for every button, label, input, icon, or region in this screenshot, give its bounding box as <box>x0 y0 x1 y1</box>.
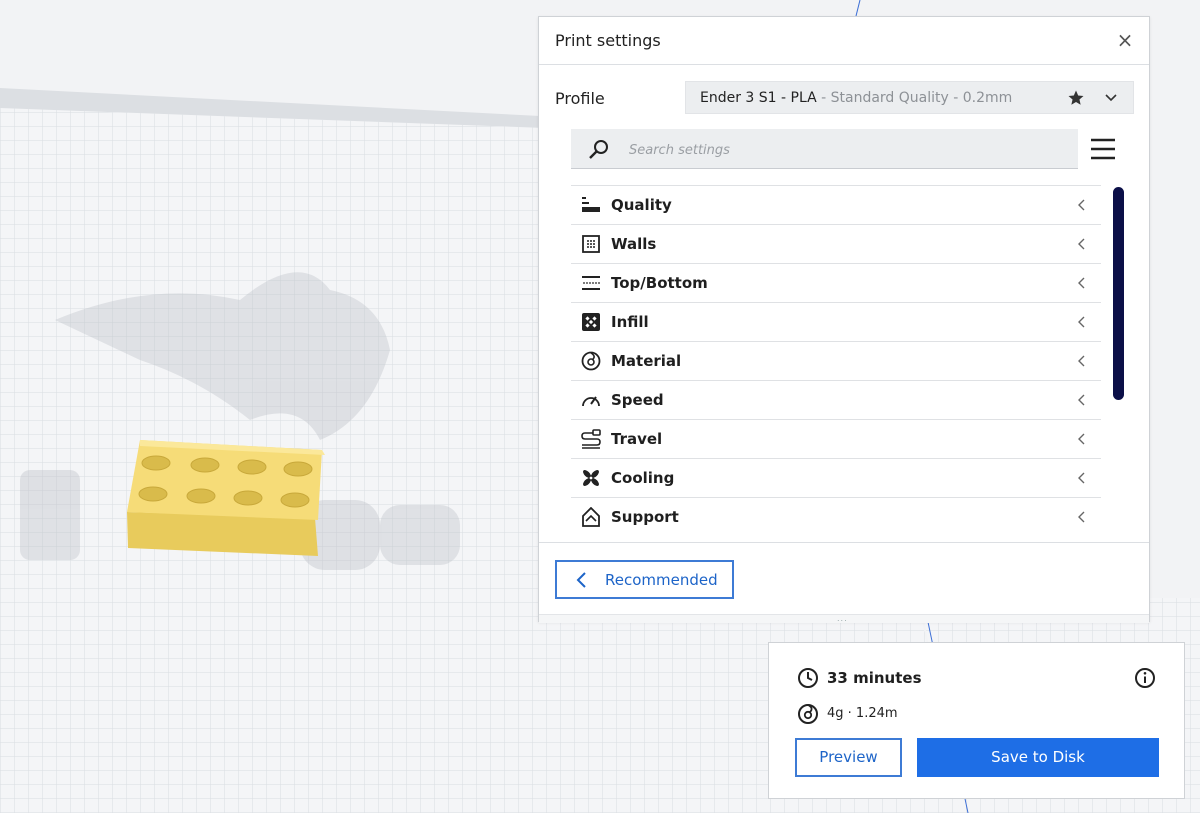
action-panel: 33 minutes 4g · 1.24m Preview Save to Di… <box>768 642 1185 799</box>
infill-icon <box>582 313 600 331</box>
recommended-button[interactable]: Recommended <box>555 560 734 599</box>
settings-scrollbar[interactable] <box>1113 187 1124 400</box>
panel-resize-handle[interactable]: ... <box>539 614 1149 623</box>
category-label: Travel <box>611 430 663 448</box>
cooling-icon <box>583 470 599 486</box>
close-button[interactable]: × <box>1113 28 1137 52</box>
clock-icon <box>798 668 818 688</box>
quality-icon <box>582 197 600 212</box>
chevron-left-icon <box>1078 511 1085 523</box>
preview-button[interactable]: Preview <box>795 738 902 777</box>
settings-category-list: Quality Walls Top/Bottom Infill Material… <box>571 185 1101 542</box>
category-infill[interactable]: Infill <box>571 302 1101 341</box>
panel-title: Print settings <box>555 31 661 50</box>
category-label: Cooling <box>611 469 675 487</box>
chevron-left-icon <box>1078 238 1085 250</box>
category-travel[interactable]: Travel <box>571 419 1101 458</box>
profile-dropdown[interactable]: Ender 3 S1 - PLA - Standard Quality - 0.… <box>685 81 1134 114</box>
chevron-left-icon <box>1078 472 1085 484</box>
spool-icon <box>798 704 818 724</box>
profile-label: Profile <box>555 89 605 108</box>
panel-header: Print settings × <box>539 17 1149 65</box>
support-icon <box>582 507 600 527</box>
category-speed[interactable]: Speed <box>571 380 1101 419</box>
search-icon <box>589 140 608 159</box>
print-time: 33 minutes <box>827 669 922 687</box>
category-material[interactable]: Material <box>571 341 1101 380</box>
top-bottom-icon <box>582 276 600 290</box>
material-icon <box>581 351 601 371</box>
chevron-left-icon <box>576 572 586 588</box>
resize-dots: ... <box>837 614 848 623</box>
panel-footer: Recommended ... <box>539 542 1149 623</box>
chevron-left-icon <box>1078 433 1085 445</box>
chevron-down-icon <box>1105 94 1117 102</box>
category-label: Material <box>611 352 682 370</box>
travel-icon <box>581 429 601 449</box>
recommended-label: Recommended <box>605 571 718 589</box>
chevron-left-icon <box>1078 316 1085 328</box>
chevron-left-icon <box>1078 355 1085 367</box>
save-to-disk-button[interactable]: Save to Disk <box>917 738 1159 777</box>
profile-value: Ender 3 S1 - PLA - Standard Quality - 0.… <box>700 90 1013 106</box>
category-label: Walls <box>611 235 657 253</box>
category-cooling[interactable]: Cooling <box>571 458 1101 497</box>
info-icon[interactable] <box>1134 667 1156 689</box>
category-walls[interactable]: Walls <box>571 224 1101 263</box>
search-input[interactable] <box>627 137 1061 163</box>
category-label: Speed <box>611 391 664 409</box>
category-top-bottom[interactable]: Top/Bottom <box>571 263 1101 302</box>
walls-icon <box>582 235 600 253</box>
category-label: Top/Bottom <box>611 274 708 292</box>
material-usage: 4g · 1.24m <box>827 706 898 721</box>
model-brick <box>127 440 325 556</box>
star-icon[interactable] <box>1067 89 1085 107</box>
category-label: Support <box>611 508 679 526</box>
print-settings-panel: Print settings × Profile Ender 3 S1 - PL… <box>538 16 1150 623</box>
chevron-left-icon <box>1078 394 1085 406</box>
chevron-left-icon <box>1078 199 1085 211</box>
category-label: Infill <box>611 313 649 331</box>
category-label: Quality <box>611 196 672 214</box>
profile-row: Profile Ender 3 S1 - PLA - Standard Qual… <box>539 81 1149 115</box>
category-quality[interactable]: Quality <box>571 185 1101 224</box>
category-support[interactable]: Support <box>571 497 1101 536</box>
search-field <box>571 129 1078 169</box>
settings-menu-icon[interactable] <box>1089 135 1117 163</box>
speed-icon <box>582 396 600 407</box>
chevron-left-icon <box>1078 277 1085 289</box>
